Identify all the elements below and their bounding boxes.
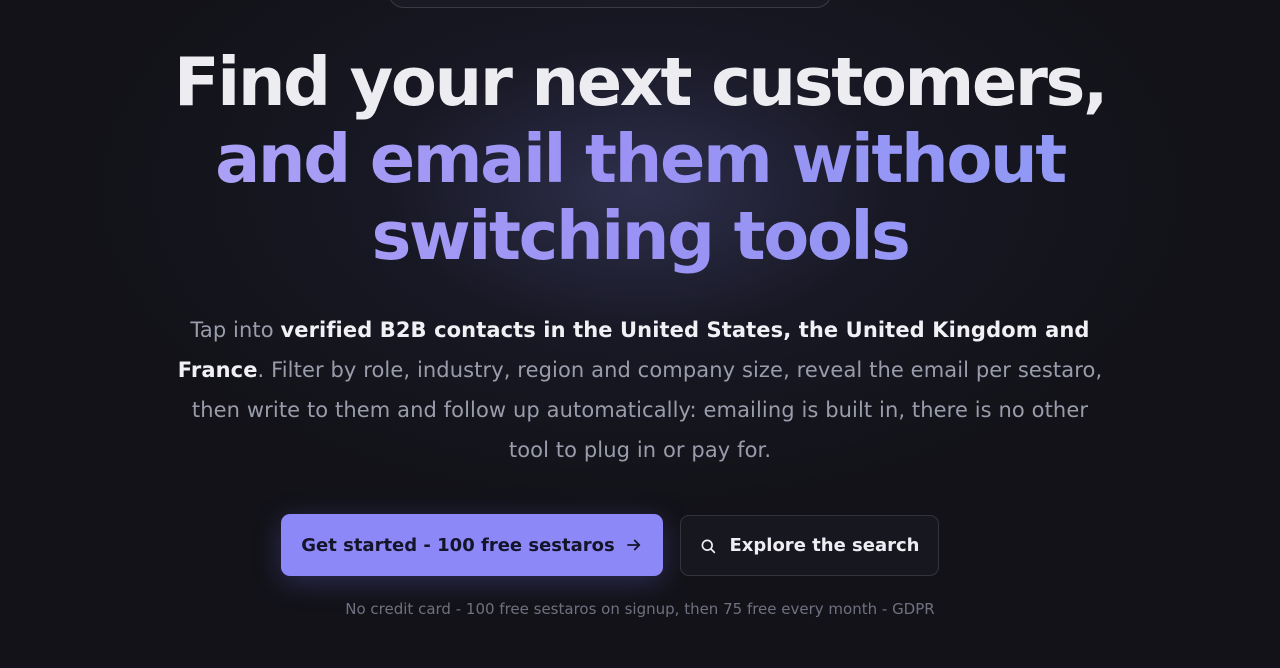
- hero-headline: Find your next customers, and email them…: [40, 44, 1240, 275]
- announcement-pill[interactable]: [388, 0, 832, 8]
- search-icon: [699, 537, 717, 555]
- get-started-label: Get started - 100 free sestaros: [301, 534, 615, 556]
- signup-footnote: No credit card - 100 free sestaros on si…: [345, 600, 935, 618]
- explore-search-label: Explore the search: [729, 535, 920, 556]
- get-started-button[interactable]: Get started - 100 free sestaros: [281, 514, 663, 576]
- landing-page: Find your next customers, and email them…: [0, 0, 1280, 668]
- subtext-part-2: . Filter by role, industry, region and c…: [191, 358, 1103, 462]
- explore-search-button[interactable]: Explore the search: [680, 515, 939, 576]
- headline-line-2: and email them without switching tools: [40, 121, 1240, 275]
- hero-subtext: Tap into verified B2B contacts in the Un…: [176, 310, 1104, 470]
- headline-line-1: Find your next customers,: [173, 43, 1109, 121]
- subtext-part-1: Tap into: [190, 318, 281, 342]
- arrow-right-icon: [625, 536, 643, 554]
